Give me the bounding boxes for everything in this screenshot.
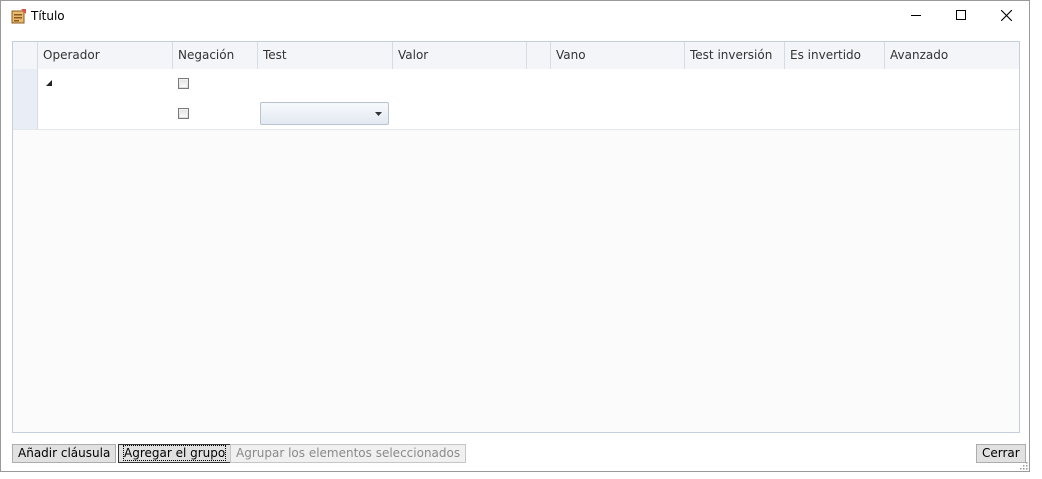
group-selected-button[interactable]: Agrupar los elementos seleccionados [230,444,467,463]
header-vano[interactable]: Vano [551,42,685,69]
header-avanzado[interactable]: Avanzado [885,42,1019,69]
minimize-icon [911,15,921,16]
add-group-button[interactable]: Agregar el grupo [118,444,232,463]
add-clause-button[interactable]: Añadir cláusula [12,444,117,463]
negation-checkbox[interactable] [178,108,189,119]
clause-grid[interactable]: Operador Negación Test Valor Vano Test i… [12,41,1020,433]
add-group-label: Agregar el grupo [122,445,227,461]
chevron-down-icon [375,112,382,116]
collapse-triangle-icon[interactable] [45,79,53,87]
header-operador[interactable]: Operador [38,42,173,69]
title-bar: Título [1,1,1029,31]
minimize-button[interactable] [893,1,939,31]
row-selector[interactable] [13,99,38,129]
close-icon [1000,9,1012,22]
negation-checkbox[interactable] [178,78,189,89]
group-selected-label: Agrupar los elementos seleccionados [236,446,461,460]
header-test[interactable]: Test [258,42,393,69]
header-es-invertido[interactable]: Es invertido [785,42,885,69]
grid-header: Operador Negación Test Valor Vano Test i… [13,42,1019,70]
header-test-inversion[interactable]: Test inversión [685,42,785,69]
header-valor[interactable]: Valor [393,42,527,69]
close-label: Cerrar [982,446,1020,460]
resize-grip-icon[interactable] [1018,460,1028,470]
header-row-selector [13,42,38,69]
add-clause-label: Añadir cláusula [18,446,111,460]
form-app-icon [11,9,26,24]
close-window-button[interactable] [983,1,1029,31]
dialog-window: Título Operador Negación Test Valor Vano… [0,0,1030,472]
table-row[interactable] [13,99,1019,130]
row-selector[interactable] [13,69,38,99]
header-negacion[interactable]: Negación [173,42,258,69]
table-row[interactable] [13,69,1019,100]
window-title: Título [31,9,65,23]
header-blank[interactable] [527,42,551,69]
maximize-icon [956,10,966,20]
test-combobox[interactable] [260,102,389,125]
maximize-button[interactable] [938,1,984,31]
